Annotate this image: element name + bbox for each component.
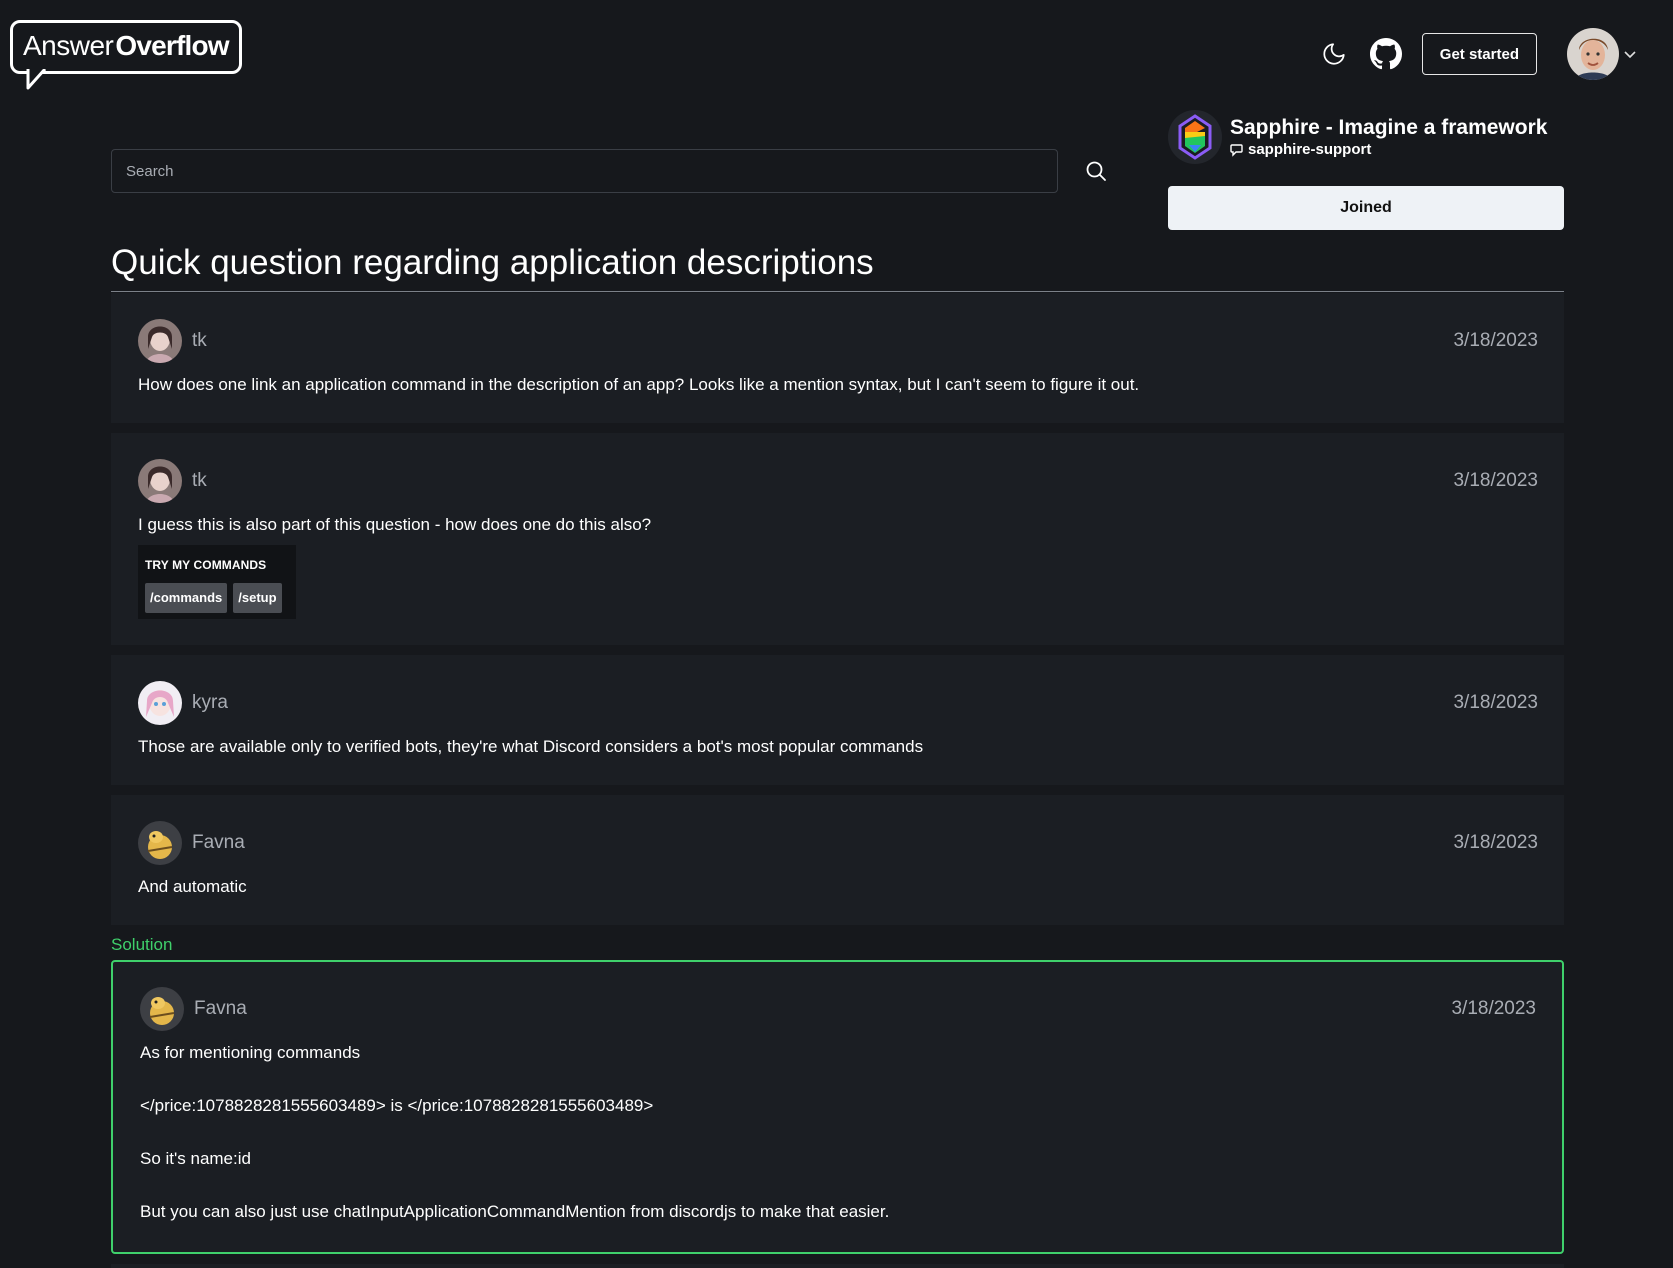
solution-card: Favna 3/18/2023 As for mentioning comman… bbox=[111, 960, 1564, 1254]
message-card: kyra 3/18/2023 Those are available only … bbox=[111, 655, 1564, 785]
message-date: 3/18/2023 bbox=[1453, 832, 1538, 853]
theme-toggle-button[interactable] bbox=[1314, 34, 1354, 74]
server-card: Sapphire - Imagine a framework sapphire-… bbox=[1168, 110, 1564, 230]
solution-label: Solution bbox=[111, 935, 173, 954]
author-name: Favna bbox=[192, 832, 245, 853]
author-avatar bbox=[138, 459, 182, 503]
solution-text: But you can also just use chatInputAppli… bbox=[140, 1202, 890, 1221]
author-avatar bbox=[140, 987, 184, 1031]
user-menu[interactable] bbox=[1567, 28, 1637, 80]
header-actions: Get started bbox=[1314, 28, 1637, 80]
message-date: 3/18/2023 bbox=[1453, 692, 1538, 713]
message-card: tk 3/18/2023 How does one link an applic… bbox=[111, 293, 1564, 423]
user-avatar bbox=[1567, 28, 1619, 80]
message-text: And automatic bbox=[138, 877, 247, 896]
github-link[interactable] bbox=[1366, 34, 1406, 74]
author-name: tk bbox=[192, 470, 207, 491]
search-input[interactable] bbox=[111, 149, 1058, 193]
command-chip-commands[interactable]: /commands bbox=[145, 583, 228, 613]
command-chip-setup[interactable]: /setup bbox=[233, 583, 282, 613]
message-list: tk 3/18/2023 How does one link an applic… bbox=[111, 293, 1564, 1268]
author-name: Favna bbox=[194, 998, 247, 1019]
moon-icon bbox=[1323, 43, 1345, 65]
author-avatar bbox=[138, 681, 182, 725]
get-started-button[interactable]: Get started bbox=[1421, 33, 1537, 75]
commands-embed-title: TRY MY COMMANDS bbox=[145, 558, 267, 572]
message-date: 3/18/2023 bbox=[1453, 330, 1538, 351]
author-name: tk bbox=[192, 330, 207, 351]
solution-text: So it's name:id bbox=[140, 1149, 251, 1168]
message-text: I guess this is also part of this questi… bbox=[138, 515, 652, 534]
server-channel[interactable]: sapphire-support bbox=[1230, 141, 1547, 158]
speech-tail-icon bbox=[26, 69, 47, 90]
logo-answer-text: Answer bbox=[23, 30, 114, 61]
message-card: Favna 3/18/2023 And automatic bbox=[111, 795, 1564, 925]
logo-overflow-text: Overflow bbox=[115, 30, 229, 61]
answer-overflow-logo[interactable]: Answer Overflow bbox=[10, 20, 242, 90]
message-text: Those are available only to verified bot… bbox=[138, 737, 924, 756]
message-card: tk 3/18/2023 I guess this is also part o… bbox=[111, 433, 1564, 645]
commands-embed: TRY MY COMMANDS /commands /setup bbox=[138, 545, 296, 619]
server-name[interactable]: Sapphire - Imagine a framework bbox=[1230, 116, 1547, 140]
author-avatar bbox=[138, 319, 182, 363]
logo-bubble: Answer Overflow bbox=[10, 20, 242, 90]
search-icon[interactable] bbox=[1084, 159, 1108, 183]
server-channel-label: sapphire-support bbox=[1248, 141, 1372, 158]
message-date: 3/18/2023 bbox=[1453, 470, 1538, 491]
joined-button[interactable]: Joined bbox=[1168, 186, 1564, 230]
sapphire-server-icon[interactable] bbox=[1168, 110, 1222, 164]
message-text: How does one link an application command… bbox=[138, 375, 1140, 394]
author-name: kyra bbox=[192, 692, 228, 713]
search-bar bbox=[111, 149, 1108, 193]
solution-text: </price:1078828281555603489> is </price:… bbox=[140, 1096, 654, 1115]
author-avatar bbox=[138, 821, 182, 865]
solution-text: As for mentioning commands bbox=[140, 1043, 361, 1062]
forum-channel-icon bbox=[1230, 143, 1243, 157]
thread-title: Quick question regarding application des… bbox=[111, 243, 1564, 292]
message-date: 3/18/2023 bbox=[1451, 998, 1536, 1019]
chevron-down-icon bbox=[1624, 51, 1636, 59]
github-icon bbox=[1369, 38, 1402, 70]
message-card bbox=[111, 1264, 1564, 1268]
